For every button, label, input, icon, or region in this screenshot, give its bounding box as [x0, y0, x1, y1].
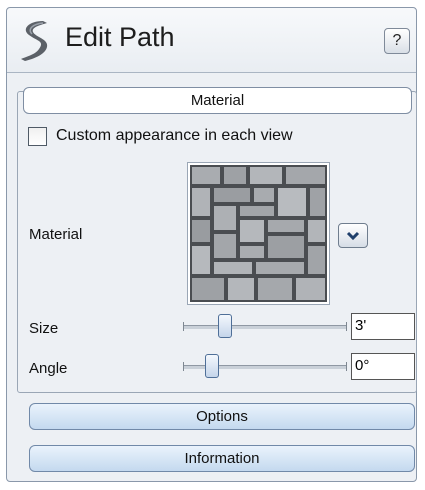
panel-header: Edit Path ? [7, 8, 416, 73]
angle-label: Angle [29, 360, 68, 377]
chevron-down-icon [346, 231, 360, 241]
size-slider-track[interactable] [183, 325, 346, 329]
material-label: Material [29, 226, 83, 243]
options-button[interactable]: Options [29, 403, 415, 430]
panel-title: Edit Path [65, 22, 175, 52]
edit-path-panel: Edit Path ? Material Custom appearance i… [6, 7, 417, 482]
angle-slider-thumb[interactable] [205, 354, 220, 378]
material-swatch[interactable] [187, 162, 330, 305]
information-button[interactable]: Information [29, 445, 415, 472]
material-dropdown-button[interactable] [338, 223, 368, 248]
size-slider-min-tick [183, 322, 184, 331]
angle-input[interactable]: 0° [351, 353, 415, 380]
path-logo-icon [21, 21, 48, 61]
size-input[interactable]: 3' [351, 313, 415, 340]
size-slider-max-tick [346, 322, 347, 331]
custom-appearance-label[interactable]: Custom appearance in each view [56, 127, 293, 145]
size-label: Size [29, 320, 59, 337]
custom-appearance-checkbox[interactable] [28, 127, 47, 146]
help-button[interactable]: ? [384, 28, 410, 54]
size-slider-thumb[interactable] [218, 314, 233, 338]
material-group-title: Material [23, 87, 412, 114]
angle-slider-min-tick [183, 362, 184, 371]
angle-slider-max-tick [346, 362, 347, 371]
